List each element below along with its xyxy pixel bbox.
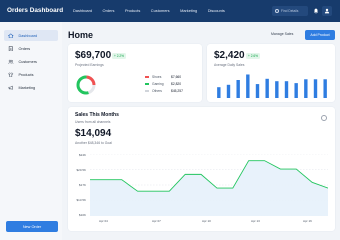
earnings-card: $69,700 + 2.2% Projected Earnings Shoes … (68, 44, 202, 102)
new-order-button[interactable]: New Order (6, 221, 58, 232)
legend-others: Others $45,257 (145, 89, 183, 93)
monthly-title: Sales This Months (75, 112, 119, 118)
document-icon (8, 46, 13, 51)
home-icon (8, 33, 14, 38)
earnings-value: $69,700 (75, 50, 112, 61)
monthly-subtitle: Users from all channels (75, 120, 111, 124)
topnav-dashboard[interactable]: Dashboard (73, 8, 92, 13)
y-tick-label: $13.5K (76, 198, 86, 202)
daily-sales-bars (217, 74, 327, 98)
search-placeholder: Find Details (281, 9, 299, 13)
page-title: Home (68, 30, 94, 40)
earnings-label: Projected Earnings (75, 63, 104, 67)
daily-sales-bar (313, 79, 318, 98)
x-tick-label: Apr 07 (152, 219, 161, 223)
daily-sales-change-badge: + 2.6% (246, 53, 261, 59)
daily-sales-bar (226, 84, 231, 98)
settings-icon[interactable] (321, 115, 327, 121)
x-tick-label: Apr 04 (99, 219, 108, 223)
daily-sales-label: Average Daily Sales (214, 63, 245, 67)
daily-sales-bar (323, 79, 327, 98)
monthly-note: Another $48,346 to Goal (75, 141, 112, 145)
daily-sales-bar (246, 74, 250, 98)
topnav-customers[interactable]: Customers (151, 8, 170, 13)
sidebar-item-label: Orders (18, 46, 31, 51)
bell-icon[interactable] (311, 6, 321, 16)
megaphone-icon (8, 85, 13, 90)
legend-color (145, 83, 149, 85)
monthly-value: $14,094 (75, 128, 112, 139)
legend-color (145, 76, 149, 78)
top-navbar: Orders Dashboard Dashboard Orders Produc… (0, 0, 340, 22)
sidebar-item-dashboard[interactable]: Dashboard (4, 30, 58, 41)
daily-sales-bar (217, 87, 221, 98)
sidebar-item-label: Products (18, 72, 34, 77)
search-icon (275, 9, 279, 13)
legend-color (145, 90, 149, 92)
top-nav: Dashboard Orders Products Customers Mark… (73, 8, 235, 13)
y-tick-label: $24K (78, 153, 86, 157)
search-input[interactable]: Find Details (272, 6, 308, 16)
x-tick-label: Apr 10 (202, 219, 211, 223)
topnav-orders[interactable]: Orders (103, 8, 115, 13)
manage-sales-button[interactable]: Manage Sales (271, 32, 293, 36)
sidebar-item-label: Marketing (18, 85, 36, 90)
legend-value: $2,820 (171, 82, 182, 86)
add-product-button[interactable]: Add Product (305, 30, 335, 40)
sales-area-chart (90, 154, 328, 216)
x-tick-label: Apr 16 (303, 219, 312, 223)
app-title: Orders Dashboard (7, 7, 64, 14)
daily-sales-bar (265, 78, 269, 98)
legend-gaming: Gaming $2,820 (145, 82, 181, 86)
people-icon (8, 59, 14, 64)
sidebar-item-label: Customers (18, 59, 37, 64)
user-avatar-button[interactable] (322, 6, 332, 16)
legend-label: Gaming (152, 82, 164, 86)
y-tick-label: $17K (78, 183, 86, 187)
legend-label: Shoes (152, 75, 162, 79)
sidebar-item-label: Dashboard (18, 33, 38, 38)
daily-sales-bar (284, 81, 289, 98)
sidebar-item-orders[interactable]: Orders (4, 43, 58, 54)
legend-value: $7,660 (171, 75, 182, 79)
daily-sales-value: $2,420 (214, 50, 245, 61)
y-tick-label: $10K (78, 213, 86, 217)
topnav-products[interactable]: Products (125, 8, 140, 13)
daily-sales-bar (255, 84, 260, 98)
daily-sales-bar (236, 80, 240, 98)
earnings-donut (76, 75, 96, 95)
y-tick-label: $20.5K (76, 168, 86, 172)
daily-sales-bar (275, 81, 279, 98)
sidebar-item-marketing[interactable]: Marketing (4, 82, 58, 93)
shirt-icon (8, 72, 14, 77)
earnings-change-badge: + 2.2% (112, 53, 127, 59)
monthly-sales-card: Sales This Months Users from all channel… (68, 107, 335, 231)
user-icon (324, 8, 330, 14)
sidebar-item-products[interactable]: Products (4, 69, 58, 80)
legend-value: $45,257 (171, 89, 183, 93)
topnav-marketing[interactable]: Marketing (180, 8, 197, 13)
legend-shoes: Shoes $7,660 (145, 75, 181, 79)
daily-sales-card: $2,420 + 2.6% Average Daily Sales (207, 44, 335, 102)
daily-sales-bar (294, 83, 298, 98)
sidebar-item-customers[interactable]: Customers (4, 56, 58, 67)
daily-sales-bar (304, 79, 308, 98)
topnav-discounts[interactable]: Discounts (208, 8, 225, 13)
x-tick-label: Apr 13 (251, 219, 260, 223)
sidebar: Dashboard Orders Customers Products Mark… (0, 22, 62, 240)
legend-label: Others (152, 89, 162, 93)
